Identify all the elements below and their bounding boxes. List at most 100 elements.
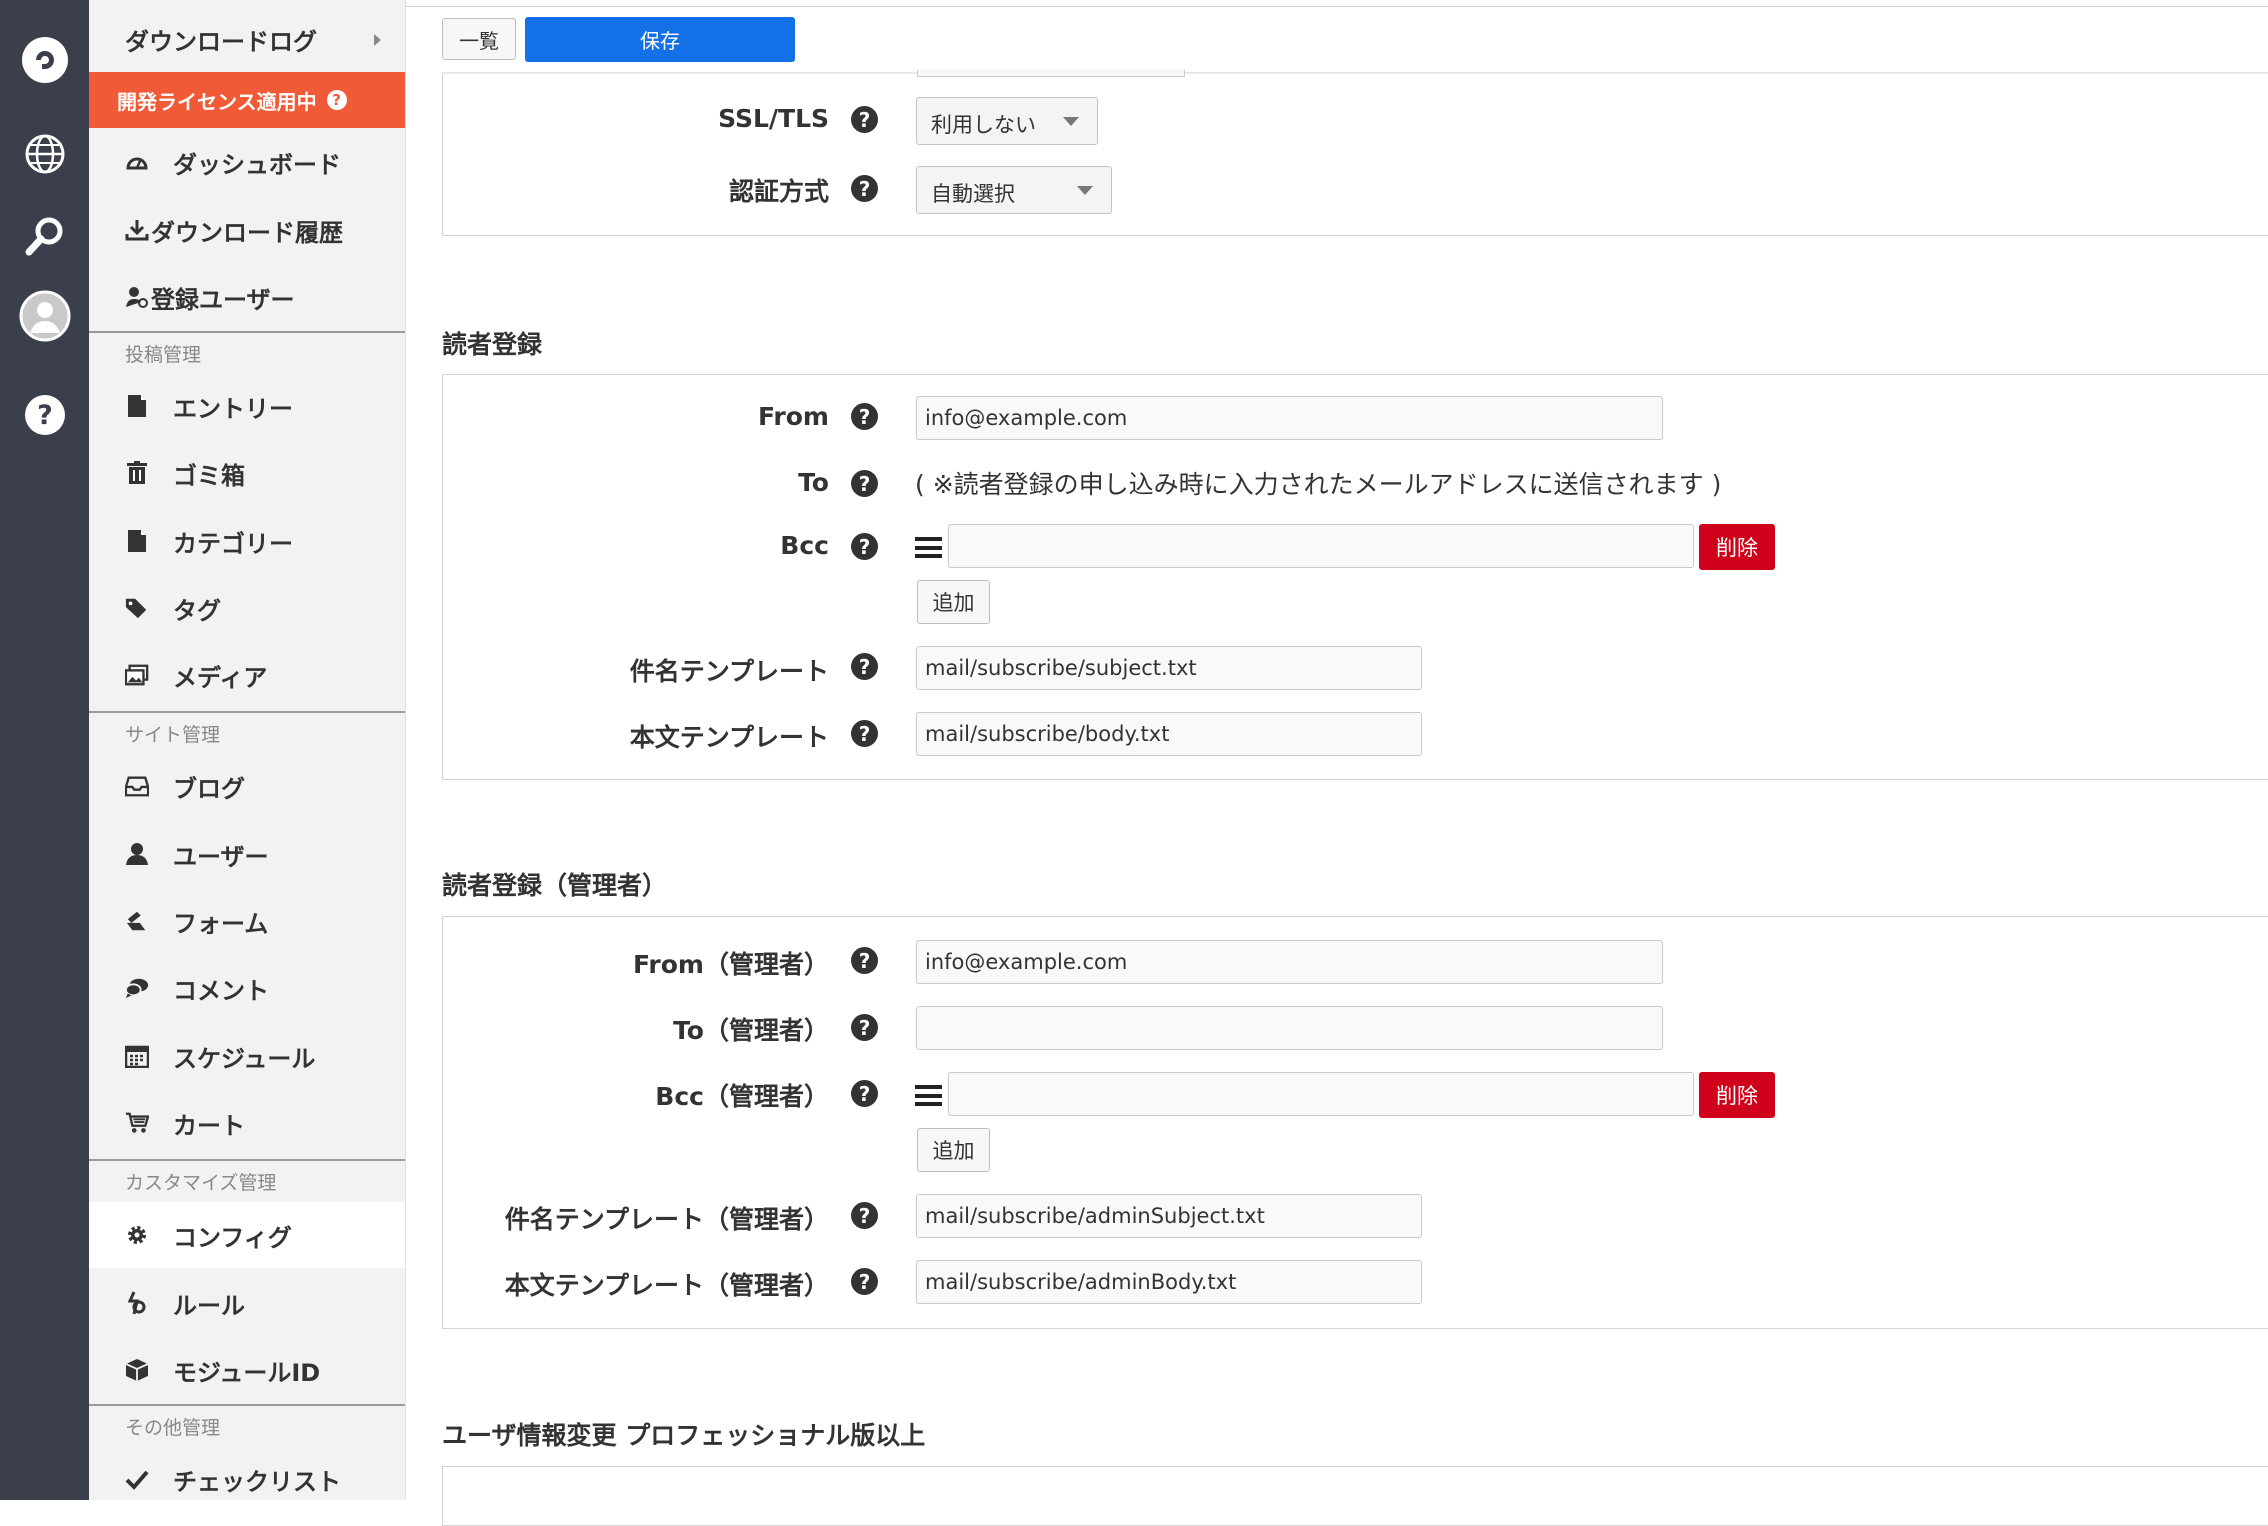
sidebar-item-label: フォーム: [173, 909, 269, 938]
main-content: 一覧 保存 SSL/TLS ? 利用しない 認証方式 ? 自動選択 読者登録 F…: [405, 0, 2268, 1526]
sidebar-item-dashboard[interactable]: ダッシュボード: [89, 129, 405, 195]
sidebar-item-category[interactable]: カテゴリー: [89, 508, 405, 574]
previous-field-edge[interactable]: [917, 70, 1185, 77]
save-button[interactable]: 保存: [525, 17, 795, 62]
sidebar-item-label: エントリー: [173, 394, 293, 423]
user-add-icon: [125, 285, 149, 309]
help-icon[interactable]: ?: [851, 1080, 878, 1107]
drag-handle-icon[interactable]: [915, 537, 942, 558]
sidebar-item-form[interactable]: フォーム: [89, 888, 405, 954]
sidebar-item-label: ダウンロードログ: [125, 28, 317, 56]
delete-button[interactable]: 削除: [1699, 524, 1775, 570]
check-icon: [125, 1467, 149, 1491]
sidebar-item-schedule[interactable]: スケジュール: [89, 1023, 405, 1089]
admin-body-template-input[interactable]: [916, 1260, 1422, 1304]
help-icon[interactable]: ?: [851, 175, 878, 202]
sidebar: ダウンロードログ 開発ライセンス適用中 ? ダッシュボード ダウンロード履歴 登…: [89, 0, 406, 1500]
body-template-input[interactable]: [916, 712, 1422, 756]
to-note: ( ※読者登録の申し込み時に入力されたメールアドレスに送信されます ): [915, 470, 1722, 499]
sidebar-item-label: コメント: [173, 976, 269, 1005]
caret-down-icon: [1077, 186, 1093, 195]
sidebar-item-trash[interactable]: ゴミ箱: [89, 440, 405, 506]
bcc-label: Bcc: [780, 531, 829, 560]
auth-method-select[interactable]: 自動選択: [916, 166, 1112, 214]
auth-method-label: 認証方式: [728, 177, 829, 206]
help-icon[interactable]: ?: [0, 385, 89, 445]
drag-handle-icon[interactable]: [915, 1085, 942, 1106]
acms-logo-icon[interactable]: [0, 30, 89, 90]
sidebar-item-media[interactable]: メディア: [89, 642, 405, 708]
bcc-input[interactable]: [948, 524, 1694, 568]
admin-to-label: To（管理者）: [673, 1016, 829, 1045]
sidebar-item-rule[interactable]: ルール: [89, 1270, 405, 1336]
sidebar-item-user[interactable]: ユーザー: [89, 821, 405, 887]
admin-body-template-label: 本文テンプレート（管理者）: [504, 1271, 829, 1300]
sidebar-item-download-history[interactable]: ダウンロード履歴: [89, 197, 405, 263]
subject-template-input[interactable]: [916, 646, 1422, 690]
sidebar-item-label: ルール: [173, 1291, 245, 1320]
globe-icon[interactable]: [0, 124, 89, 184]
help-icon[interactable]: ?: [326, 90, 347, 110]
help-icon[interactable]: ?: [851, 1202, 878, 1229]
help-icon[interactable]: ?: [851, 403, 878, 430]
section-label: 投稿管理: [125, 343, 202, 366]
sidebar-item-label: タグ: [173, 596, 221, 625]
sidebar-item-download-log[interactable]: ダウンロードログ: [89, 0, 405, 72]
help-icon[interactable]: ?: [851, 533, 878, 560]
admin-subject-template-input[interactable]: [916, 1194, 1422, 1238]
sidebar-item-label: スケジュール: [173, 1044, 316, 1073]
user-change-panel: [442, 1466, 2268, 1526]
sidebar-item-config[interactable]: コンフィグ: [89, 1202, 405, 1268]
from-input[interactable]: [916, 396, 1663, 440]
sidebar-item-entry[interactable]: エントリー: [89, 373, 405, 439]
sidebar-item-label: ダウンロード履歴: [151, 218, 343, 247]
help-icon[interactable]: ?: [851, 1268, 878, 1295]
search-icon[interactable]: [0, 206, 89, 266]
help-icon[interactable]: ?: [851, 947, 878, 974]
ssl-tls-select[interactable]: 利用しない: [916, 97, 1098, 145]
from-label: From: [757, 402, 829, 431]
rule-icon: [125, 1291, 149, 1315]
svg-text:?: ?: [37, 400, 53, 431]
body-template-label: 本文テンプレート: [629, 723, 829, 752]
sidebar-item-label: ゴミ箱: [173, 461, 245, 490]
help-icon[interactable]: ?: [851, 1014, 878, 1041]
inbox-icon: [125, 774, 149, 798]
sidebar-section-post: 投稿管理: [89, 331, 405, 373]
sidebar-item-module-id[interactable]: モジュールID: [89, 1337, 405, 1403]
chevron-right-icon: [374, 34, 381, 46]
list-button[interactable]: 一覧: [442, 18, 516, 60]
sidebar-item-cart[interactable]: カート: [89, 1090, 405, 1156]
sidebar-section-customize: カスタマイズ管理: [89, 1159, 405, 1201]
help-icon[interactable]: ?: [851, 106, 878, 133]
sidebar-item-label: 登録ユーザー: [151, 285, 295, 314]
sidebar-item-tag[interactable]: タグ: [89, 575, 405, 641]
trash-icon: [125, 461, 149, 485]
section-label: その他管理: [125, 1416, 221, 1439]
dev-license-badge[interactable]: 開発ライセンス適用中 ?: [89, 72, 405, 128]
add-button[interactable]: 追加: [917, 580, 990, 624]
delete-button[interactable]: 削除: [1699, 1072, 1775, 1118]
admin-bcc-input[interactable]: [948, 1072, 1694, 1116]
sidebar-item-checklist[interactable]: チェックリスト: [89, 1446, 405, 1512]
add-button[interactable]: 追加: [917, 1128, 990, 1172]
sidebar-section-other: その他管理: [89, 1404, 405, 1446]
sidebar-item-label: ダッシュボード: [173, 150, 341, 179]
comment-icon: [125, 976, 149, 1000]
select-value: 利用しない: [931, 113, 1036, 137]
admin-subject-template-label: 件名テンプレート（管理者）: [504, 1205, 829, 1234]
help-icon[interactable]: ?: [851, 720, 878, 747]
sidebar-item-label: カテゴリー: [173, 529, 293, 558]
admin-from-input[interactable]: [916, 940, 1663, 984]
sidebar-item-registered-users[interactable]: 登録ユーザー: [89, 264, 405, 330]
download-icon: [125, 218, 149, 242]
subscribe-section-title: 読者登録: [442, 330, 543, 359]
help-icon[interactable]: ?: [851, 653, 878, 680]
admin-to-input[interactable]: [916, 1006, 1663, 1050]
sidebar-item-comment[interactable]: コメント: [89, 955, 405, 1021]
sidebar-item-blog[interactable]: ブログ: [89, 753, 405, 819]
avatar[interactable]: [0, 286, 89, 346]
calendar-icon: [125, 1044, 149, 1068]
help-icon[interactable]: ?: [851, 470, 878, 497]
subject-template-label: 件名テンプレート: [629, 657, 829, 686]
